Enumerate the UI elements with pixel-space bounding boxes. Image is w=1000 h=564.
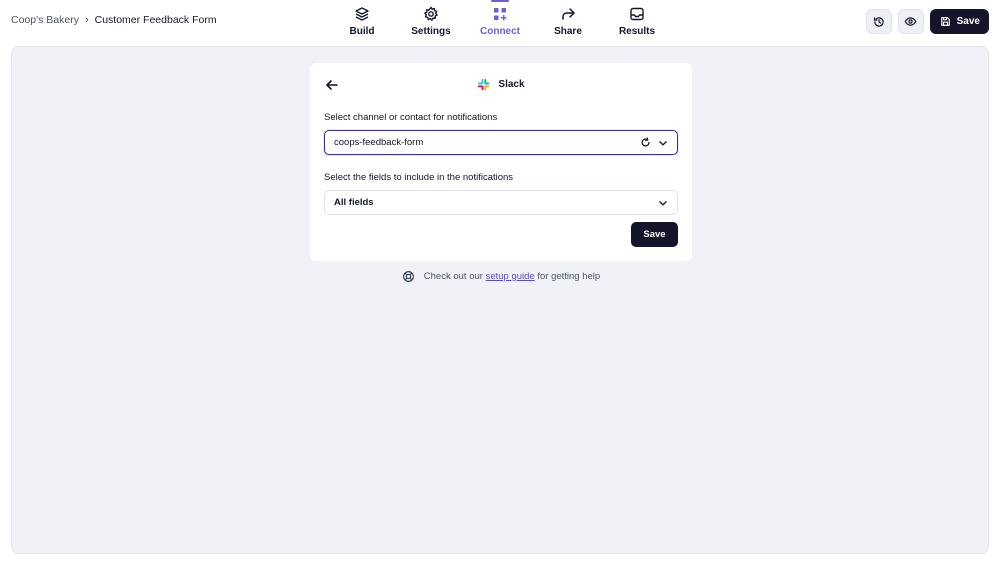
history-icon bbox=[873, 16, 884, 27]
gear-icon bbox=[423, 6, 439, 22]
tab-share-label: Share bbox=[554, 26, 582, 37]
fields-select[interactable]: All fields bbox=[324, 190, 678, 215]
share-arrow-icon bbox=[562, 8, 575, 20]
eye-icon bbox=[904, 17, 917, 26]
tab-results[interactable]: Results bbox=[602, 6, 672, 37]
channel-select[interactable]: coops-feedback-form bbox=[324, 130, 678, 155]
active-tab-indicator bbox=[491, 0, 509, 2]
chevron-down-icon bbox=[659, 141, 667, 146]
save-button[interactable]: Save bbox=[929, 9, 989, 34]
history-button[interactable] bbox=[865, 9, 892, 34]
floppy-disk-icon bbox=[940, 17, 950, 26]
help-suffix: for getting help bbox=[537, 271, 601, 282]
tab-results-label: Results bbox=[618, 26, 656, 37]
help-prefix: Check out our bbox=[423, 271, 483, 282]
integration-header: Slack bbox=[310, 78, 692, 91]
integration-title: Slack bbox=[498, 79, 525, 90]
preview-button[interactable] bbox=[897, 9, 924, 34]
fields-select-value: All fields bbox=[334, 197, 374, 208]
save-button-label: Save bbox=[956, 16, 980, 27]
help-text: Check out our setup guide for getting he… bbox=[12, 270, 990, 283]
tab-build-label: Build bbox=[349, 26, 375, 37]
grid-plus-icon bbox=[494, 8, 507, 21]
chevron-down-icon bbox=[659, 201, 667, 206]
fields-label: Select the fields to include in the noti… bbox=[324, 172, 514, 183]
integration-save-button[interactable]: Save bbox=[631, 222, 678, 247]
setup-guide-link[interactable]: setup guide bbox=[486, 271, 535, 282]
lifebuoy-icon bbox=[402, 271, 414, 282]
top-bar: Coop's Bakery › Customer Feedback Form B… bbox=[0, 0, 1000, 44]
slack-integration-card: Slack Select channel or contact for noti… bbox=[310, 63, 692, 261]
main-nav: Build Settings Connect Share Results bbox=[0, 0, 1000, 44]
header-actions: Save bbox=[865, 9, 989, 34]
tab-share[interactable]: Share bbox=[533, 6, 603, 37]
channel-select-value: coops-feedback-form bbox=[334, 137, 424, 148]
workspace-canvas: Slack Select channel or contact for noti… bbox=[11, 46, 989, 554]
channel-label: Select channel or contact for notificati… bbox=[324, 112, 498, 123]
refresh-icon[interactable] bbox=[640, 137, 651, 148]
layers-icon bbox=[355, 7, 369, 21]
tab-connect[interactable]: Connect bbox=[465, 6, 535, 37]
tab-build[interactable]: Build bbox=[327, 6, 397, 37]
tab-settings-label: Settings bbox=[411, 26, 451, 37]
tab-connect-label: Connect bbox=[480, 26, 520, 37]
tab-settings[interactable]: Settings bbox=[396, 6, 466, 37]
slack-logo-icon bbox=[478, 78, 490, 91]
inbox-icon bbox=[630, 7, 644, 21]
